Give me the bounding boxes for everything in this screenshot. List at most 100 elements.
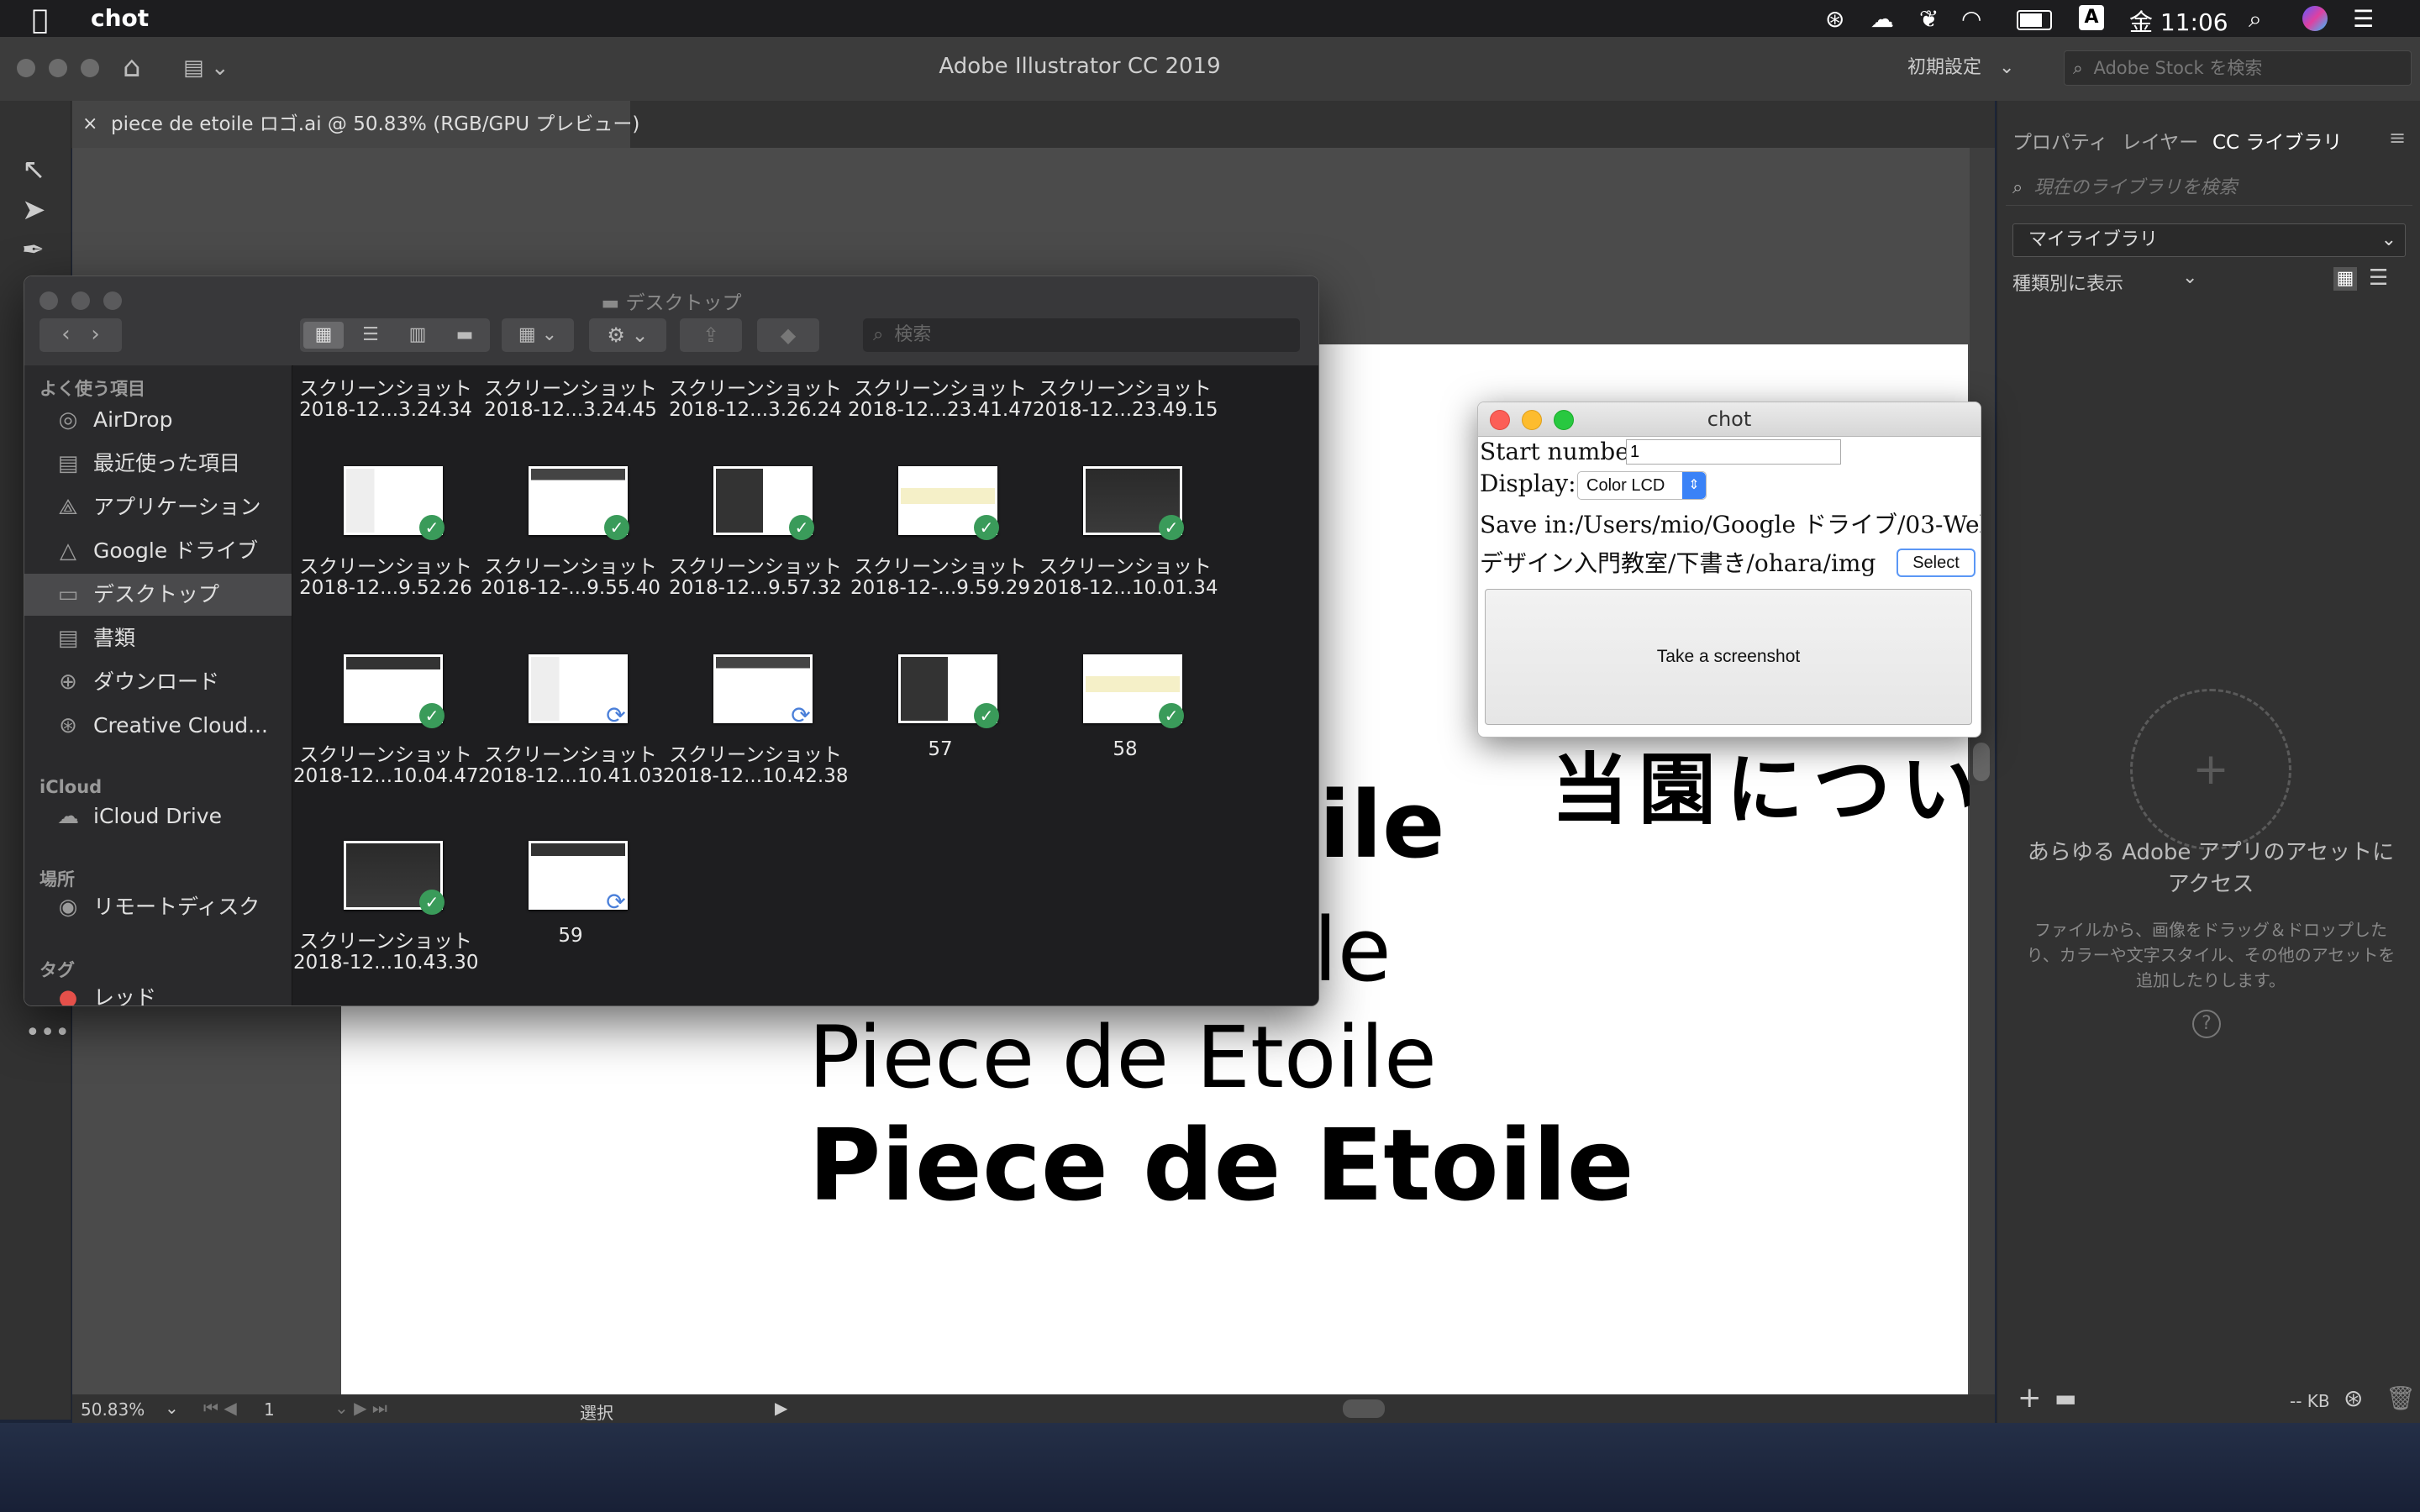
sidebar-item-creative-cloud[interactable]: ⊛ Creative Cloud...	[24, 705, 292, 747]
file-item[interactable]: ✓ スクリーンショット 2018-12...9.57.32	[663, 458, 848, 643]
recents-icon: ▤	[57, 451, 79, 476]
menubar-clock[interactable]: 金 11:06	[2129, 4, 2228, 38]
menubar-app-name[interactable]: chot	[91, 4, 149, 32]
siri-icon[interactable]	[2302, 6, 2328, 31]
vertical-scrollbar[interactable]	[1970, 148, 1995, 1394]
synced-checkmark-icon: ✓	[604, 515, 629, 540]
zoom-dropdown-icon[interactable]: ⌄	[165, 1398, 179, 1418]
file-item[interactable]: ⟳ スクリーンショット 2018-12...10.42.38	[663, 646, 848, 831]
select-folder-button[interactable]: Select	[1897, 549, 1975, 577]
column-view-icon[interactable]: ▥	[397, 322, 438, 349]
favorites-header: よく使う項目	[39, 379, 145, 399]
notification-center-icon[interactable]: ☰	[2353, 5, 2374, 33]
file-item[interactable]: ✓ スクリーンショット 2018-12-...9.59.29	[848, 458, 1033, 643]
start-number-input[interactable]	[1626, 439, 1841, 465]
chevron-down-icon[interactable]: ⌄	[2182, 267, 2197, 288]
search-icon: ⌕	[2073, 58, 2083, 78]
sidebar-item-documents[interactable]: ▤ 書類	[24, 617, 292, 659]
file-item[interactable]: スクリーンショット 2018-12...23.49.15	[1033, 372, 1218, 431]
synced-checkmark-icon: ✓	[1159, 515, 1184, 540]
status-menu-icon[interactable]: ▶	[775, 1398, 787, 1418]
upload-cloud-icon[interactable]: ☁	[1870, 5, 1894, 33]
tag-icon[interactable]: ◆	[757, 318, 819, 352]
help-icon[interactable]: ?	[2192, 1010, 2221, 1038]
selection-tool-icon[interactable]: ↖	[22, 153, 46, 186]
sidebar-item-desktop[interactable]: ▭ デスクトップ	[24, 574, 292, 616]
file-item[interactable]: スクリーンショット 2018-12...23.41.47	[848, 372, 1033, 431]
wifi-icon[interactable]: ◠	[1961, 5, 1981, 33]
file-item[interactable]: ✓ 58	[1033, 646, 1218, 831]
file-item[interactable]: ✓ 57	[848, 646, 1033, 831]
zoom-level[interactable]: 50.83%	[81, 1399, 145, 1420]
folder-icon[interactable]: ▬	[2054, 1384, 2076, 1412]
pen-tool-icon[interactable]: ✒	[22, 234, 45, 265]
sidebar-item-downloads[interactable]: ⊕ ダウンロード	[24, 661, 292, 703]
file-item[interactable]: ✓ スクリーンショット 2018-12...10.43.30	[293, 832, 478, 1005]
file-item[interactable]: スクリーンショット 2018-12...3.24.34	[293, 372, 478, 431]
file-item[interactable]: スクリーンショット 2018-12...3.24.45	[478, 372, 663, 431]
gallery-view-icon[interactable]: ▬	[445, 322, 485, 349]
input-method-icon[interactable]: A	[2079, 5, 2104, 30]
back-forward-buttons[interactable]: ‹ ›	[39, 318, 122, 352]
sidebar-item-recents[interactable]: ▤ 最近使った項目	[24, 443, 292, 485]
file-item[interactable]: スクリーンショット 2018-12...3.26.24	[663, 372, 848, 431]
evernote-icon[interactable]: ❦	[1919, 5, 1939, 33]
artboard-next-icon[interactable]: ⌄ ▶ ⏭	[334, 1398, 387, 1418]
trash-icon[interactable]: 🗑	[2386, 1384, 2416, 1412]
horizontal-scroll-thumb[interactable]	[1343, 1399, 1385, 1418]
library-select[interactable]: マイライブラリ ⌄	[2012, 223, 2406, 257]
document-tab[interactable]: × piece de etoile ロゴ.ai @ 50.83% (RGB/GP…	[72, 101, 639, 148]
display-select[interactable]: Color LCD ⇕	[1577, 471, 1707, 500]
tab-properties[interactable]: プロパティ	[2012, 126, 2108, 155]
sidebar-item-google-drive[interactable]: △ Google ドライブ	[24, 530, 292, 572]
file-name-detail: 2018-12...3.24.34	[299, 399, 472, 421]
take-screenshot-button[interactable]: Take a screenshot	[1485, 589, 1972, 725]
file-item[interactable]: ⟳ 59	[478, 832, 663, 1005]
file-item[interactable]: ✓ スクリーンショット 2018-12...10.01.34	[1033, 458, 1218, 643]
grid-view-icon[interactable]: ▦	[2333, 267, 2357, 291]
file-item[interactable]: ✓ スクリーンショット 2018-12-...9.55.40	[478, 458, 663, 643]
sidebar-item-airdrop[interactable]: ◎ AirDrop	[24, 399, 292, 441]
sidebar-item-applications[interactable]: ⟁ アプリケーション	[24, 486, 292, 528]
file-name-detail: 2018-12...3.26.24	[669, 399, 842, 421]
icon-view-icon[interactable]: ▦	[303, 322, 344, 349]
library-search-input[interactable]: ⌕ 現在のライブラリを検索	[2006, 171, 2412, 206]
file-name-detail: 2018-12...10.01.34	[1033, 577, 1218, 599]
file-item[interactable]: ✓ スクリーンショット 2018-12...10.04.47	[293, 646, 478, 831]
view-mode-segmented[interactable]: ▦ ☰ ▥ ▬	[300, 318, 490, 352]
add-icon[interactable]: +	[2018, 1381, 2042, 1415]
tab-layers[interactable]: レイヤー	[2122, 126, 2198, 155]
list-view-icon[interactable]: ☰	[2369, 265, 2388, 291]
sidebar-item-icloud-drive[interactable]: ☁ iCloud Drive	[24, 795, 292, 837]
sidebar-item-tag-red[interactable]: ● レッド	[24, 977, 292, 1005]
list-view-icon[interactable]: ☰	[350, 322, 391, 349]
battery-icon[interactable]	[2017, 10, 2052, 30]
finder-search-input[interactable]: ⌕ 検索	[863, 318, 1300, 352]
add-asset-icon[interactable]: +	[2130, 689, 2291, 850]
view-by-type[interactable]: 種類別に表示	[2012, 269, 2123, 296]
file-item[interactable]: ✓ スクリーンショット 2018-12...9.52.26	[293, 458, 478, 643]
artboard-nav-icon[interactable]: ⏮ ◀	[203, 1398, 237, 1418]
creative-cloud-sync-icon[interactable]: ⊛	[1825, 5, 1844, 33]
creative-cloud-icon[interactable]: ⊛	[2344, 1384, 2363, 1412]
share-icon[interactable]: ⇪	[680, 318, 742, 352]
tab-cc-libraries[interactable]: CC ライブラリ	[2212, 126, 2342, 155]
file-name-detail: 2018-12...10.04.47	[293, 765, 479, 787]
workspace-select[interactable]: 初期設定 ⌄	[1907, 52, 2033, 84]
applications-icon: ⟁	[58, 495, 78, 520]
more-tools-icon[interactable]: •••	[25, 1018, 70, 1047]
adobe-stock-search[interactable]: ⌕ Adobe Stock を検索	[2064, 50, 2412, 86]
sidebar-item-remote-disc[interactable]: ◉ リモートディスク	[24, 886, 292, 928]
direct-selection-tool-icon[interactable]: ➤	[22, 193, 46, 227]
apple-icon[interactable]: 	[32, 3, 48, 35]
scroll-thumb[interactable]	[1973, 743, 1990, 781]
file-name-detail: 2018-12...10.41.03	[478, 765, 664, 787]
group-by-button[interactable]: ▦ ⌄	[502, 318, 574, 352]
file-item[interactable]: ⟳ スクリーンショット 2018-12...10.41.03	[478, 646, 663, 831]
gear-icon[interactable]: ⚙ ⌄	[589, 318, 666, 352]
panel-menu-icon[interactable]: ≡	[2389, 126, 2406, 150]
artboard-number[interactable]: 1	[264, 1399, 275, 1420]
spotlight-search-icon[interactable]: ⌕	[2249, 5, 2262, 34]
search-icon: ⌕	[873, 324, 884, 345]
close-tab-button[interactable]: ×	[82, 101, 97, 148]
